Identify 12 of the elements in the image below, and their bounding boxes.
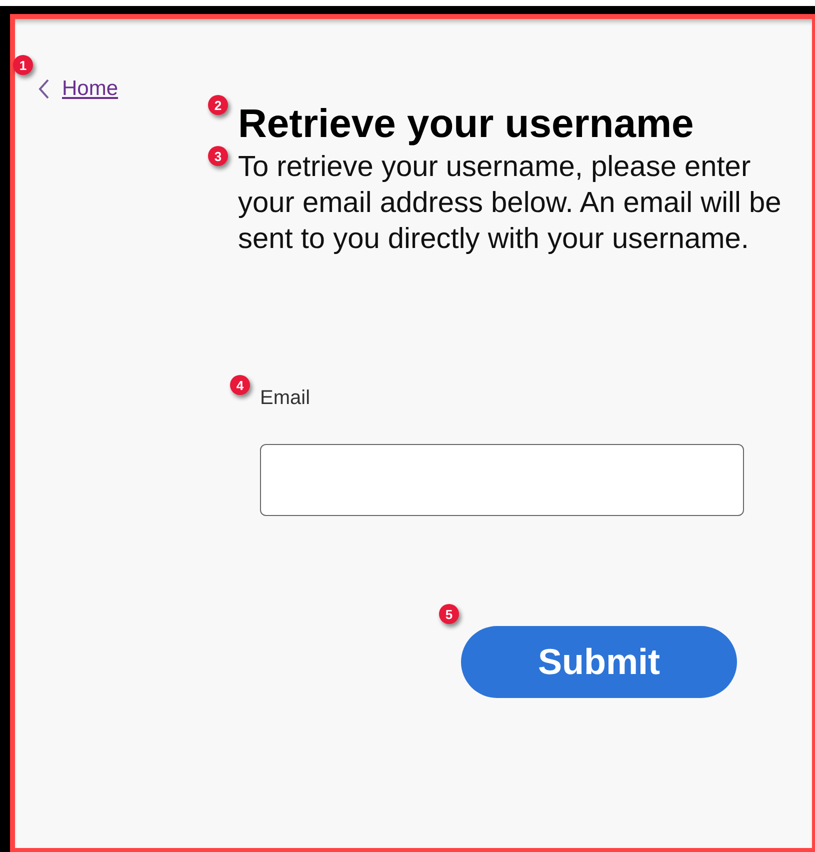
- page-heading: Retrieve your username: [238, 101, 695, 148]
- step-number-badge: 3: [208, 146, 228, 166]
- step-number-badge: 4: [230, 375, 250, 395]
- email-input-field[interactable]: [260, 444, 744, 516]
- submit-button[interactable]: Submit: [461, 626, 737, 698]
- chevron-left-icon[interactable]: [38, 79, 50, 99]
- home-link[interactable]: Home: [62, 77, 118, 101]
- email-label: Email: [260, 387, 310, 410]
- step-number-badge: 1: [13, 55, 33, 75]
- step-number-badge: 2: [208, 95, 228, 115]
- step-number-badge: 5: [439, 604, 459, 624]
- instruction-text: To retrieve your username, please enter your email address below. An email will be sent to you directly with your username.: [238, 150, 782, 257]
